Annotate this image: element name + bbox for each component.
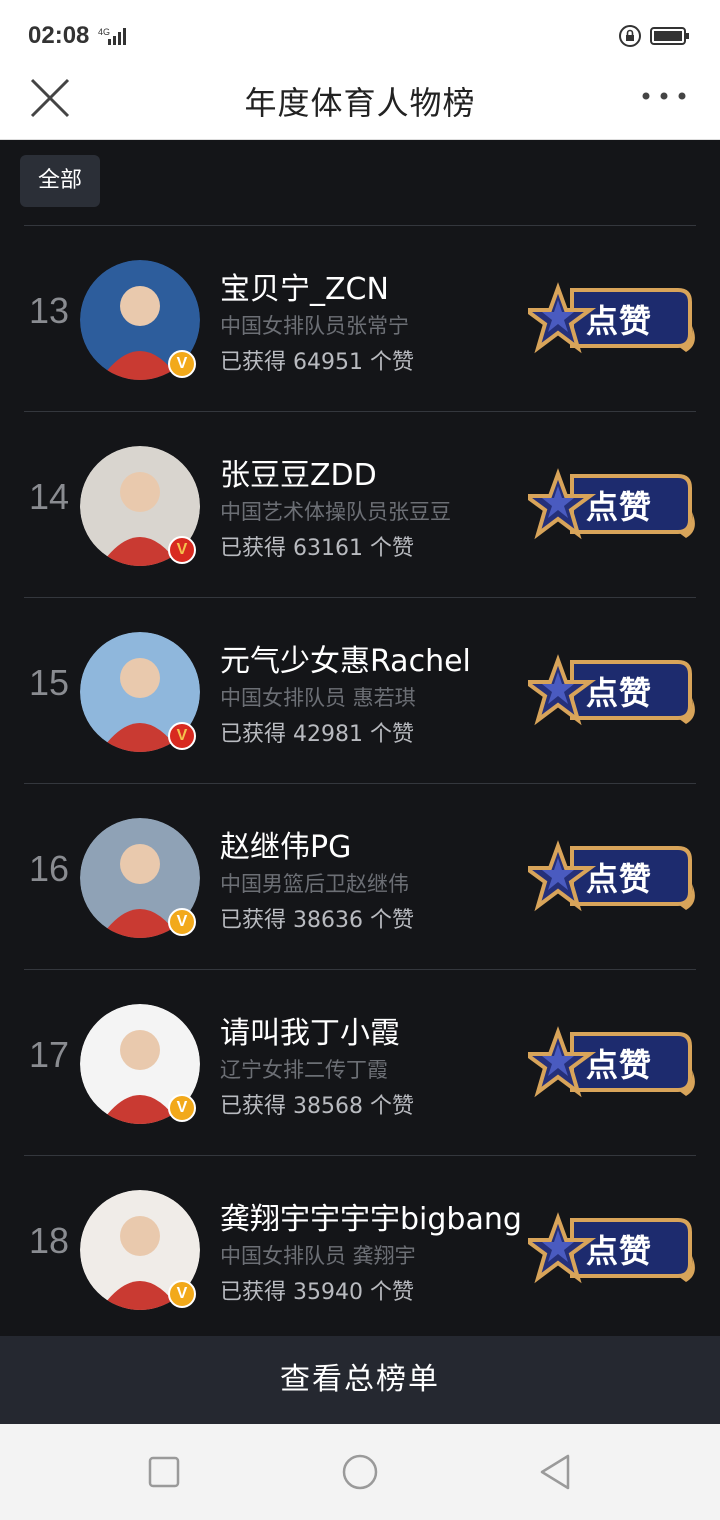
ranking-list: 13 V 宝贝宁_ZCN 中国女排队员张常宁 已获得 64951 个赞 点赞 1… (24, 225, 696, 1341)
user-name[interactable]: 龚翔宇宇宇宇bigbang (220, 1194, 522, 1238)
rank-number: 16 (28, 848, 70, 889)
battery-icon (650, 27, 689, 45)
ranking-row: 17 V 请叫我丁小霞 辽宁女排二传丁霞 已获得 38568 个赞 点赞 (24, 969, 696, 1155)
like-button[interactable]: 点赞 (519, 840, 698, 916)
more-options-icon[interactable] (636, 80, 692, 116)
status-time: 02:08 (28, 22, 90, 49)
like-button-label: 点赞 (586, 674, 653, 712)
user-description: 中国女排队员张常宁 (220, 314, 409, 338)
signal-icon: 4G (98, 27, 126, 45)
verified-badge-icon: V (168, 350, 196, 378)
like-button-label: 点赞 (586, 1232, 653, 1270)
user-description: 中国艺术体操队员张豆豆 (220, 500, 451, 524)
avatar[interactable]: V (80, 1004, 200, 1124)
user-name[interactable]: 赵继伟PG (220, 822, 351, 866)
like-button[interactable]: 点赞 (519, 1212, 698, 1288)
user-name[interactable]: 宝贝宁_ZCN (220, 264, 389, 308)
rank-number: 14 (28, 476, 70, 517)
avatar[interactable]: V (80, 446, 200, 566)
user-name[interactable]: 元气少女惠Rachel (220, 636, 471, 680)
ranking-row: 16 V 赵继伟PG 中国男篮后卫赵继伟 已获得 38636 个赞 点赞 (24, 783, 696, 969)
system-nav-bar (0, 1424, 720, 1520)
ranking-panel: 全部 13 V 宝贝宁_ZCN 中国女排队员张常宁 已获得 64951 个赞 点… (0, 141, 720, 1336)
like-count: 已获得 38568 个赞 (220, 1094, 414, 1119)
rank-number: 17 (28, 1034, 70, 1075)
recent-apps-icon[interactable] (144, 1452, 184, 1492)
like-button[interactable]: 点赞 (519, 468, 698, 544)
rank-number: 18 (28, 1220, 70, 1261)
ranking-row: 13 V 宝贝宁_ZCN 中国女排队员张常宁 已获得 64951 个赞 点赞 (24, 225, 696, 411)
view-full-ranking-button[interactable]: 查看总榜单 (0, 1336, 720, 1424)
verified-badge-icon: V (168, 1094, 196, 1122)
user-description: 中国男篮后卫赵继伟 (220, 872, 409, 896)
like-button-label: 点赞 (586, 1046, 653, 1084)
like-button-label: 点赞 (586, 302, 653, 340)
rotation-lock-icon (619, 25, 641, 47)
user-name[interactable]: 张豆豆ZDD (220, 450, 377, 494)
verified-badge-icon: V (168, 1280, 196, 1308)
like-count: 已获得 38636 个赞 (220, 908, 414, 933)
user-description: 中国女排队员 龚翔宇 (220, 1244, 416, 1268)
rank-number: 15 (28, 662, 70, 703)
verified-badge-icon: V (168, 722, 196, 750)
avatar[interactable]: V (80, 818, 200, 938)
like-button[interactable]: 点赞 (519, 282, 698, 358)
home-icon[interactable] (340, 1452, 380, 1492)
title-bar: 年度体育人物榜 (0, 70, 720, 140)
rank-number: 13 (28, 290, 70, 331)
status-bar: 02:08 4G (0, 0, 720, 70)
verified-badge-icon: V (168, 908, 196, 936)
like-count: 已获得 63161 个赞 (220, 536, 414, 561)
verified-badge-icon: V (168, 536, 196, 564)
like-button[interactable]: 点赞 (519, 1026, 698, 1102)
user-name[interactable]: 请叫我丁小霞 (220, 1008, 400, 1052)
filter-all-chip[interactable]: 全部 (20, 155, 100, 207)
user-description: 中国女排队员 惠若琪 (220, 686, 416, 710)
avatar[interactable]: V (80, 260, 200, 380)
ranking-row: 18 V 龚翔宇宇宇宇bigbang 中国女排队员 龚翔宇 已获得 35940 … (24, 1155, 696, 1341)
like-button-label: 点赞 (586, 488, 653, 526)
user-description: 辽宁女排二传丁霞 (220, 1058, 388, 1082)
avatar[interactable]: V (80, 632, 200, 752)
ranking-row: 14 V 张豆豆ZDD 中国艺术体操队员张豆豆 已获得 63161 个赞 点赞 (24, 411, 696, 597)
ranking-row: 15 V 元气少女惠Rachel 中国女排队员 惠若琪 已获得 42981 个赞… (24, 597, 696, 783)
avatar[interactable]: V (80, 1190, 200, 1310)
back-icon[interactable] (536, 1452, 576, 1492)
like-count: 已获得 42981 个赞 (220, 722, 414, 747)
like-button-label: 点赞 (586, 860, 653, 898)
like-count: 已获得 35940 个赞 (220, 1280, 414, 1305)
like-count: 已获得 64951 个赞 (220, 350, 414, 375)
page-title: 年度体育人物榜 (244, 84, 476, 122)
like-button[interactable]: 点赞 (519, 654, 698, 730)
network-label: 4G (98, 27, 110, 37)
